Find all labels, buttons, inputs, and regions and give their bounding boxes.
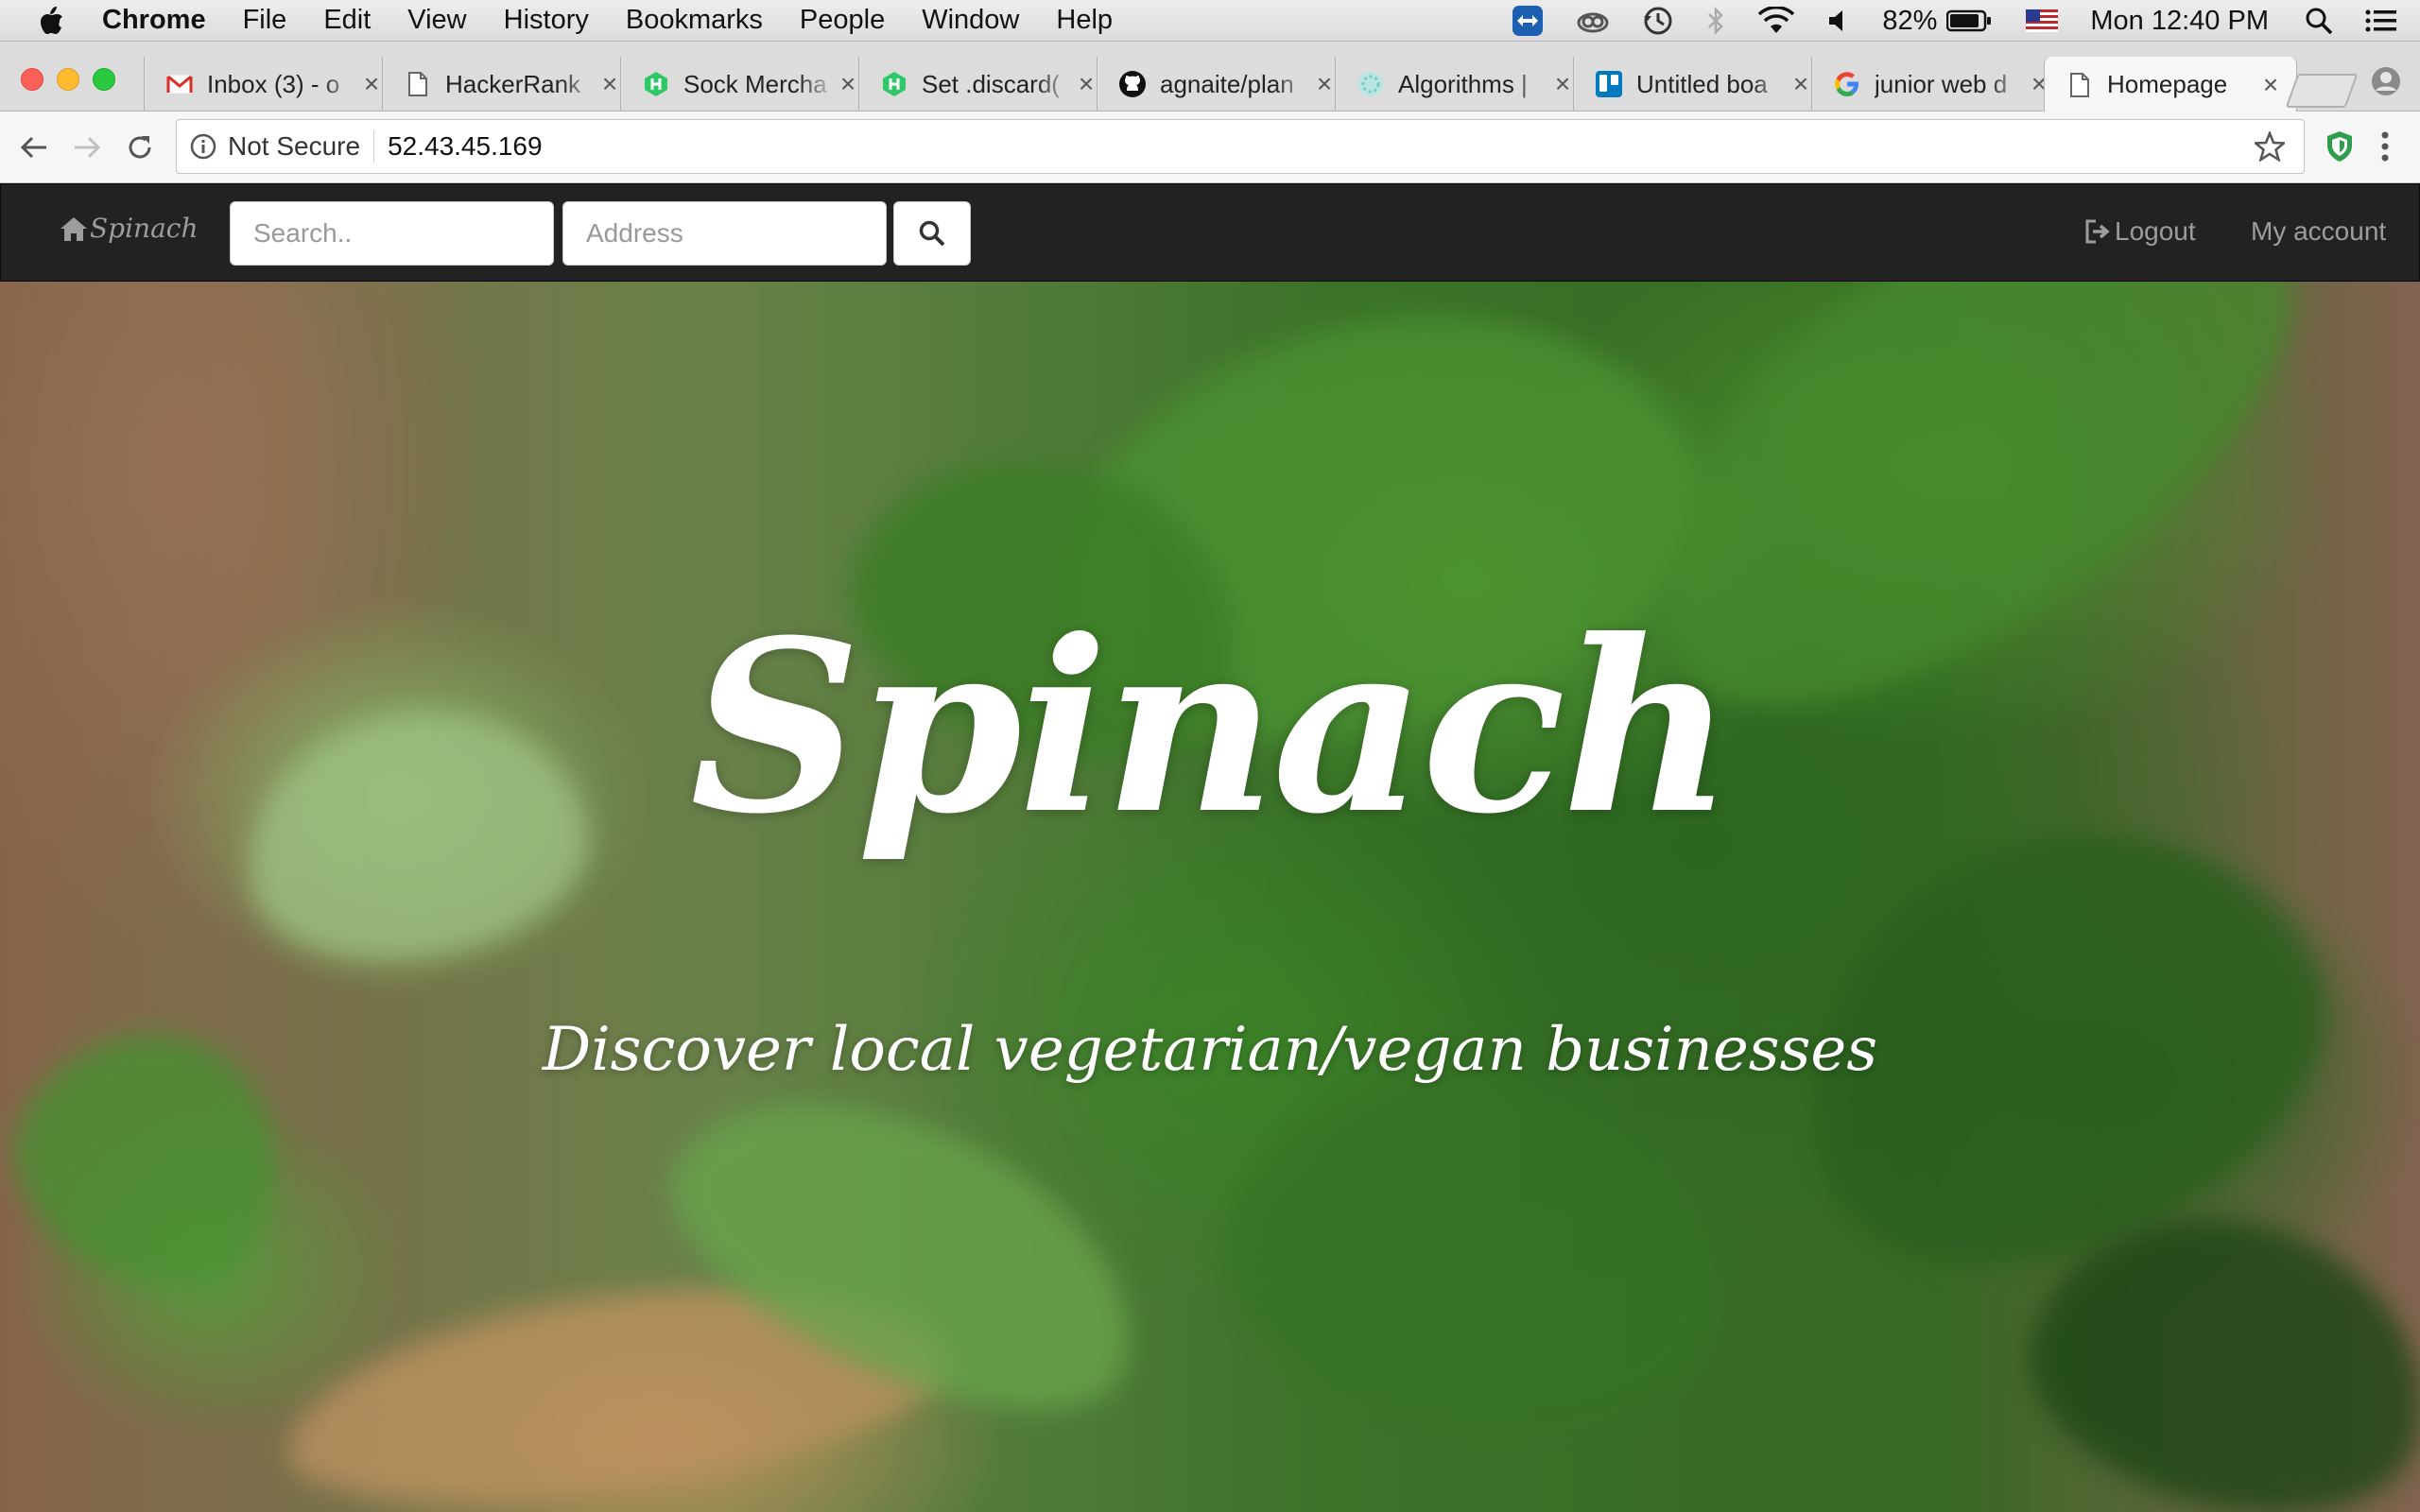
- tab-title: Sock Mercha: [683, 69, 827, 98]
- security-status-label[interactable]: Not Secure: [228, 130, 375, 163]
- browser-tab[interactable]: Inbox (3) - o ×: [144, 57, 397, 112]
- menubar-clock[interactable]: Mon 12:40 PM: [2090, 6, 2269, 37]
- address-bar[interactable]: Not Secure 52.43.45.169: [176, 119, 2305, 174]
- algorithms-icon: [1357, 70, 1385, 98]
- close-window-button[interactable]: [21, 68, 43, 91]
- home-icon: [60, 215, 88, 242]
- browser-toolbar: Not Secure 52.43.45.169: [0, 112, 2420, 183]
- my-account-label: My account: [2251, 216, 2387, 246]
- tab-title: agnaite/plan: [1160, 69, 1294, 98]
- menu-view[interactable]: View: [407, 5, 466, 36]
- extension-shield-icon[interactable]: [2325, 130, 2354, 167]
- tab-title: Homepage: [2107, 70, 2228, 98]
- site-navbar: Spinach Search.. Address Logout My accou…: [0, 183, 2420, 282]
- teamviewer-icon[interactable]: [1512, 5, 1544, 37]
- new-tab-button[interactable]: [2285, 74, 2359, 108]
- search-icon: [919, 220, 945, 247]
- browser-tab-active[interactable]: Homepage ×: [2044, 57, 2297, 112]
- hero-title: Spinach: [689, 588, 1734, 866]
- window-controls: [21, 68, 129, 91]
- brand-link[interactable]: Spinach: [60, 213, 199, 244]
- browser-tab[interactable]: Sock Mercha ×: [620, 57, 873, 112]
- browser-tab[interactable]: Set .discard( ×: [858, 57, 1112, 112]
- tab-title: junior web d: [1875, 69, 2008, 98]
- tab-title: HackerRank: [445, 69, 581, 98]
- battery-percent: 82%: [1882, 5, 1938, 36]
- menu-bookmarks[interactable]: Bookmarks: [626, 5, 763, 36]
- menu-chrome[interactable]: Chrome: [102, 5, 206, 36]
- tab-close-icon[interactable]: ×: [1550, 69, 1575, 99]
- browser-tab[interactable]: HackerRank ×: [382, 57, 635, 112]
- us-flag-icon[interactable]: [2026, 9, 2059, 32]
- url-text[interactable]: 52.43.45.169: [388, 131, 543, 162]
- address-placeholder: Address: [586, 218, 683, 248]
- web-page: Spinach Search.. Address Logout My accou…: [0, 183, 2420, 1512]
- hero-subtitle: Discover local vegetarian/vegan business…: [542, 1015, 1878, 1085]
- page-icon: [404, 70, 432, 98]
- menu-people[interactable]: People: [800, 5, 885, 36]
- profile-icon[interactable]: [2371, 66, 2401, 101]
- bluetooth-icon[interactable]: [1706, 6, 1725, 36]
- menu-help[interactable]: Help: [1056, 5, 1113, 36]
- browser-tab[interactable]: junior web d ×: [1811, 57, 2065, 112]
- browser-tab[interactable]: Algorithms | ×: [1335, 57, 1588, 112]
- forward-button[interactable]: [68, 129, 106, 166]
- hackerrank-icon: [880, 70, 908, 98]
- tab-close-icon[interactable]: ×: [1312, 69, 1337, 99]
- google-icon: [1833, 70, 1861, 98]
- macos-menu-bar: Chrome File Edit View History Bookmarks …: [0, 0, 2420, 42]
- time-machine-icon[interactable]: [1642, 5, 1674, 37]
- volume-icon[interactable]: [1827, 9, 1850, 33]
- tab-title: Set .discard(: [922, 69, 1060, 98]
- browser-tab[interactable]: agnaite/plan ×: [1097, 57, 1350, 112]
- minimize-window-button[interactable]: [57, 68, 79, 91]
- menu-history[interactable]: History: [504, 5, 589, 36]
- tab-close-icon[interactable]: ×: [597, 69, 622, 99]
- tab-title: Algorithms |: [1398, 69, 1528, 98]
- page-icon: [2066, 71, 2094, 99]
- tab-title: Untitled boa: [1636, 69, 1768, 98]
- logout-label: Logout: [2115, 216, 2196, 246]
- back-button[interactable]: [15, 129, 53, 166]
- tab-close-icon[interactable]: ×: [359, 69, 384, 99]
- address-input[interactable]: Address: [562, 201, 887, 266]
- brand-name: Spinach: [90, 213, 199, 244]
- wifi-icon[interactable]: [1757, 7, 1795, 35]
- search-placeholder: Search..: [253, 218, 353, 248]
- browser-tab[interactable]: Untitled boa ×: [1573, 57, 1826, 112]
- battery-indicator[interactable]: 82%: [1882, 6, 1992, 37]
- info-icon[interactable]: [190, 133, 216, 160]
- github-icon: [1118, 70, 1147, 98]
- search-button[interactable]: [893, 201, 971, 266]
- notification-center-icon[interactable]: [2365, 9, 2397, 33]
- tab-close-icon[interactable]: ×: [1789, 69, 1813, 99]
- my-account-link[interactable]: My account: [2251, 216, 2386, 247]
- logout-link[interactable]: Logout: [2084, 216, 2196, 247]
- search-input[interactable]: Search..: [230, 201, 554, 266]
- browser-tab-strip: Inbox (3) - o × HackerRank × Sock Mercha…: [0, 42, 2420, 112]
- tab-close-icon[interactable]: ×: [2258, 70, 2283, 100]
- tab-close-icon[interactable]: ×: [836, 69, 860, 99]
- apple-menu-icon[interactable]: [0, 6, 102, 36]
- menu-window[interactable]: Window: [922, 5, 1019, 36]
- trello-icon: [1595, 70, 1623, 98]
- creative-cloud-icon[interactable]: [1576, 8, 1610, 34]
- menu-edit[interactable]: Edit: [323, 5, 371, 36]
- bookmark-star-icon[interactable]: [2252, 129, 2288, 166]
- zoom-window-button[interactable]: [93, 68, 115, 91]
- reload-button[interactable]: [121, 129, 159, 166]
- hackerrank-icon: [642, 70, 670, 98]
- chrome-menu-icon[interactable]: [2380, 130, 2390, 167]
- logout-icon: [2085, 219, 2110, 244]
- gmail-icon: [165, 70, 194, 98]
- tab-title: Inbox (3) - o: [207, 69, 340, 98]
- tab-close-icon[interactable]: ×: [1074, 69, 1098, 99]
- spotlight-search-icon[interactable]: [2305, 7, 2333, 35]
- battery-icon: [1946, 9, 1992, 32]
- menu-file[interactable]: File: [243, 5, 287, 36]
